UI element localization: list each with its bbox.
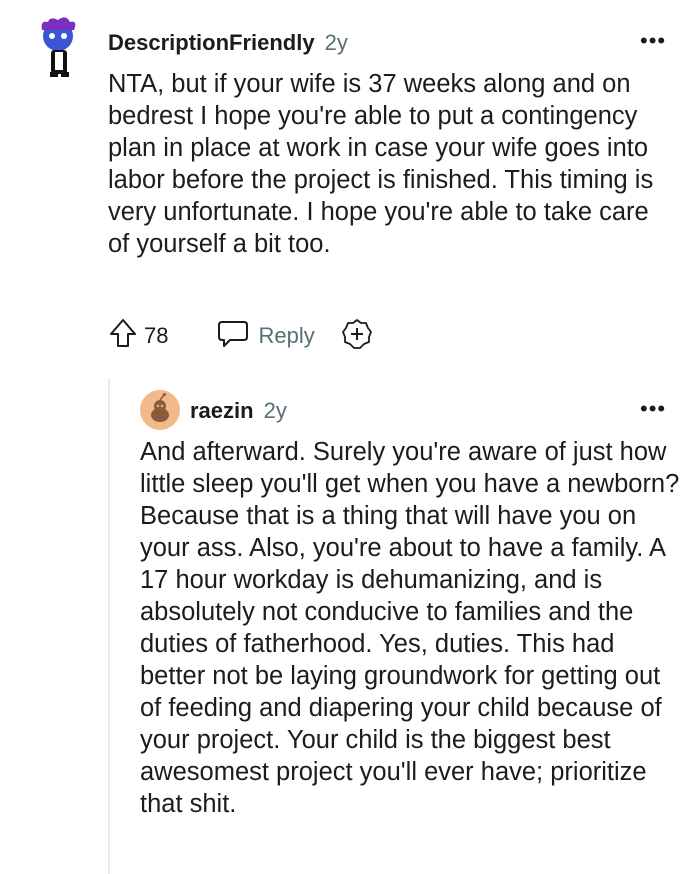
comment-actions: 78 Reply <box>108 318 373 354</box>
upvote-button[interactable]: 78 <box>108 317 168 355</box>
comment-header: raezin 2y <box>190 398 287 424</box>
comment-age: 2y <box>263 398 287 423</box>
reply-label: Reply <box>258 323 315 348</box>
upvote-count: 78 <box>144 323 169 348</box>
reply-button[interactable]: Reply <box>216 318 315 354</box>
reply-icon <box>216 318 250 354</box>
comment-body: And afterward. Surely you're aware of ju… <box>140 438 680 818</box>
comment-header: DescriptionFriendly 2y <box>108 30 348 56</box>
more-options-icon[interactable]: ••• <box>640 396 666 422</box>
thread-line[interactable] <box>108 378 110 874</box>
more-options-icon[interactable]: ••• <box>640 28 666 54</box>
award-button[interactable] <box>341 318 373 355</box>
user-avatar-icon[interactable] <box>36 16 82 78</box>
user-avatar-icon[interactable] <box>140 390 180 430</box>
comment-author[interactable]: DescriptionFriendly <box>108 30 315 56</box>
comment-author[interactable]: raezin <box>190 398 254 424</box>
comment-age: 2y <box>324 30 348 55</box>
comment-body: NTA, but if your wife is 37 weeks along … <box>108 70 654 258</box>
award-plus-icon <box>341 318 373 355</box>
upvote-icon[interactable] <box>108 317 138 355</box>
